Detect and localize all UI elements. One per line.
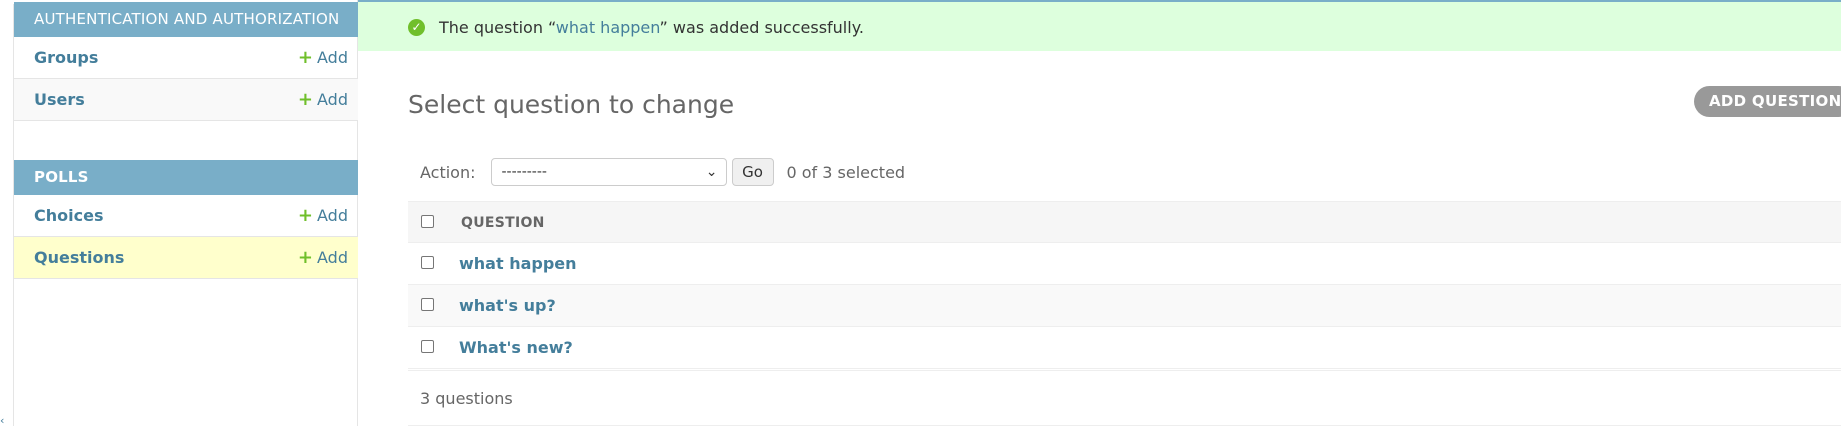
add-groups-link[interactable]: + Add <box>298 47 348 68</box>
check-circle-icon: ✓ <box>408 19 425 36</box>
success-message-text: The question “what happen” was added suc… <box>439 18 864 37</box>
sidebar-item-groups: Groups + Add <box>14 37 358 79</box>
module-polls: POLLS Choices + Add Questions + Add <box>14 160 358 279</box>
add-questions-link[interactable]: + Add <box>298 247 348 268</box>
results-table: QUESTION what happen what's up? What's n… <box>408 201 1841 369</box>
add-choices-link[interactable]: + Add <box>298 205 348 226</box>
message-suffix: ” was added successfully. <box>659 18 864 37</box>
main-content: ✓ The question “what happen” was added s… <box>358 0 1841 426</box>
add-question-button[interactable]: ADD QUESTION + <box>1694 86 1841 117</box>
table-row: what happen <box>408 243 1841 285</box>
question-link[interactable]: what happen <box>459 254 577 273</box>
result-count: 3 questions <box>420 389 513 408</box>
page-title: Select question to change <box>408 90 735 119</box>
question-link[interactable]: What's new? <box>459 338 573 357</box>
add-label: Add <box>317 48 348 67</box>
add-label: Add <box>317 206 348 225</box>
sidebar-link-users[interactable]: Users <box>34 90 85 109</box>
collapse-sidebar-icon[interactable]: ‹ <box>0 414 4 427</box>
column-header-question[interactable]: QUESTION <box>461 215 545 231</box>
plus-icon: + <box>297 247 314 268</box>
plus-icon: + <box>297 89 314 110</box>
row-checkbox[interactable] <box>421 298 434 311</box>
sidebar: AUTHENTICATION AND AUTHORIZATION Groups … <box>0 0 358 427</box>
select-all-checkbox[interactable] <box>421 215 434 228</box>
table-header: QUESTION <box>408 201 1841 243</box>
module-header-polls[interactable]: POLLS <box>14 160 358 195</box>
sidebar-link-groups[interactable]: Groups <box>34 48 98 67</box>
row-checkbox[interactable] <box>421 256 434 269</box>
action-label: Action: <box>420 162 476 182</box>
message-object-link[interactable]: what happen <box>556 18 660 37</box>
table-row: what's up? <box>408 285 1841 327</box>
table-row: What's new? <box>408 327 1841 369</box>
go-button[interactable]: Go <box>731 158 774 186</box>
sidebar-item-users: Users + Add <box>14 79 358 121</box>
sidebar-link-questions[interactable]: Questions <box>34 248 124 267</box>
question-link[interactable]: what's up? <box>459 296 556 315</box>
add-label: Add <box>317 90 348 109</box>
action-selected-value: --------- <box>501 164 547 180</box>
plus-icon: + <box>297 47 314 68</box>
module-header-auth[interactable]: AUTHENTICATION AND AUTHORIZATION <box>14 2 358 37</box>
success-message: ✓ The question “what happen” was added s… <box>358 2 1841 51</box>
add-users-link[interactable]: + Add <box>298 89 348 110</box>
sidebar-item-questions: Questions + Add <box>14 237 358 279</box>
row-checkbox[interactable] <box>421 340 434 353</box>
sidebar-item-choices: Choices + Add <box>14 195 358 237</box>
action-select[interactable]: --------- ⌄ <box>490 158 727 186</box>
chevron-down-icon: ⌄ <box>705 164 718 180</box>
message-prefix: The question “ <box>439 18 556 37</box>
actions-bar: Action: --------- ⌄ Go 0 of 3 selected <box>408 158 905 186</box>
paginator: 3 questions <box>408 370 1841 427</box>
add-label: Add <box>317 248 348 267</box>
module-auth: AUTHENTICATION AND AUTHORIZATION Groups … <box>14 2 358 121</box>
sidebar-link-choices[interactable]: Choices <box>34 206 103 225</box>
selected-count: 0 of 3 selected <box>786 162 906 182</box>
plus-icon: + <box>297 205 314 226</box>
